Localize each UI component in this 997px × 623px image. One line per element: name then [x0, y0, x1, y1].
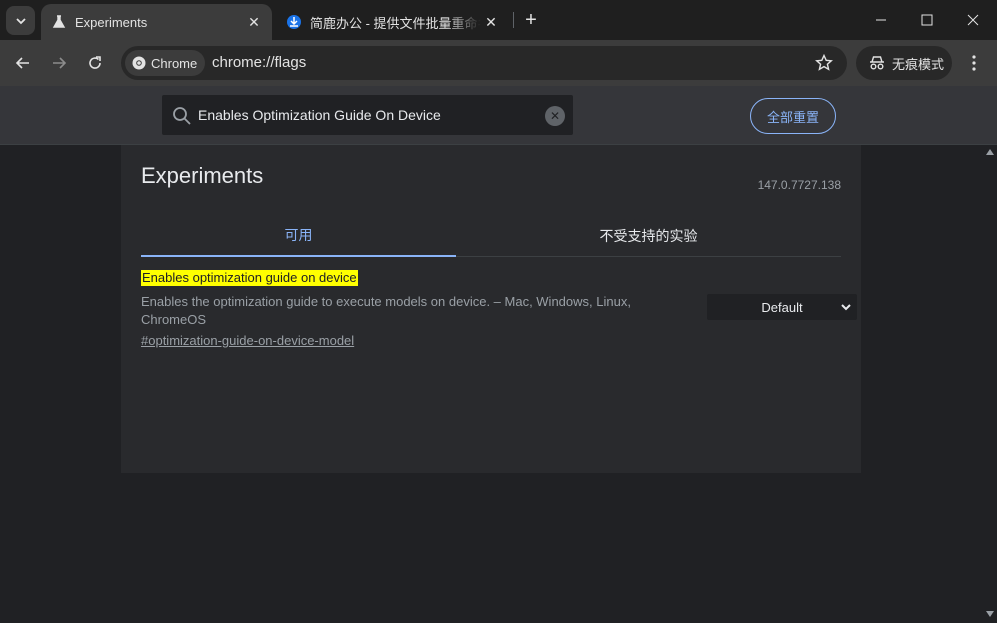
omnibox[interactable]: Chrome chrome://flags: [121, 46, 847, 80]
close-window-button[interactable]: [950, 0, 996, 40]
tab-experiments[interactable]: Experiments ✕: [41, 4, 272, 40]
url-text[interactable]: chrome://flags: [212, 46, 306, 80]
clear-search-icon[interactable]: ✕: [545, 106, 565, 126]
tab-available[interactable]: 可用: [141, 215, 456, 257]
chevron-down-icon: [841, 304, 851, 311]
chevron-down-icon: [15, 17, 26, 24]
arrow-left-icon: [15, 57, 29, 69]
site-info-chip[interactable]: Chrome: [125, 50, 205, 76]
tab-divider: [513, 12, 514, 28]
close-icon: [967, 14, 979, 26]
tab-search-button[interactable]: [6, 6, 35, 35]
new-tab-button[interactable]: +: [520, 9, 542, 31]
tab-title: Experiments: [75, 14, 148, 30]
tab-strip: Experiments ✕ 简鹿办公 - 提供文件批量重命名 ✕ +: [0, 0, 997, 40]
incognito-indicator[interactable]: 无痕模式: [856, 46, 952, 80]
flag-name: Enables optimization guide on device: [141, 270, 358, 286]
flag-permalink[interactable]: #optimization-guide-on-device-model: [141, 333, 841, 348]
minimize-button[interactable]: [858, 0, 904, 40]
scroll-up-arrow[interactable]: [986, 149, 994, 155]
chip-label: Chrome: [151, 55, 198, 71]
flag-description: Enables the optimization guide to execut…: [141, 294, 631, 327]
flag-entry: Enables optimization guide on device Ena…: [141, 269, 857, 348]
version-label: 147.0.7727.138: [757, 178, 841, 192]
download-circle-icon: [286, 14, 302, 30]
back-button[interactable]: [9, 49, 37, 77]
flag-state-select[interactable]: Default: [707, 294, 857, 320]
minimize-icon: [876, 19, 886, 21]
close-tab-icon[interactable]: ✕: [481, 12, 501, 32]
forward-button[interactable]: [45, 49, 73, 77]
flags-header: Enables Optimization Guide On Device ✕ 全…: [0, 86, 997, 145]
experiments-panel: Experiments 147.0.7727.138 可用 不受支持的实验 En…: [121, 145, 861, 473]
reset-all-button[interactable]: 全部重置: [750, 98, 836, 134]
tab-jianlu[interactable]: 简鹿办公 - 提供文件批量重命名 ✕: [276, 4, 509, 40]
incognito-label: 无痕模式: [892, 56, 945, 72]
maximize-button[interactable]: [904, 0, 950, 40]
search-value: Enables Optimization Guide On Device: [198, 107, 441, 123]
search-icon: [173, 107, 191, 125]
arrow-right-icon: [53, 57, 67, 69]
page-title: Experiments: [141, 163, 264, 188]
close-tab-icon[interactable]: ✕: [244, 12, 264, 32]
menu-button[interactable]: [963, 49, 985, 77]
tab-unsupported[interactable]: 不受支持的实验: [456, 215, 841, 257]
reload-icon: [89, 56, 101, 69]
toolbar: Chrome chrome://flags 无痕模式: [0, 40, 997, 86]
bookmark-star-icon[interactable]: [815, 54, 833, 72]
tab-title: 简鹿办公 - 提供文件批量重命名: [310, 15, 481, 31]
experiments-tab-bar: 可用 不受支持的实验: [141, 215, 841, 257]
page-scrollbar[interactable]: [984, 145, 997, 623]
scroll-down-arrow[interactable]: [986, 611, 994, 617]
chrome-logo-icon: [132, 56, 146, 70]
flag-state-value: Default: [761, 299, 803, 315]
content-area: Experiments 147.0.7727.138 可用 不受支持的实验 En…: [0, 145, 984, 623]
reload-button[interactable]: [81, 49, 109, 77]
search-input[interactable]: Enables Optimization Guide On Device ✕: [162, 95, 573, 135]
maximize-icon: [921, 14, 933, 26]
incognito-icon: [870, 56, 884, 70]
flask-icon: [51, 14, 67, 30]
more-vertical-icon: [972, 55, 976, 71]
